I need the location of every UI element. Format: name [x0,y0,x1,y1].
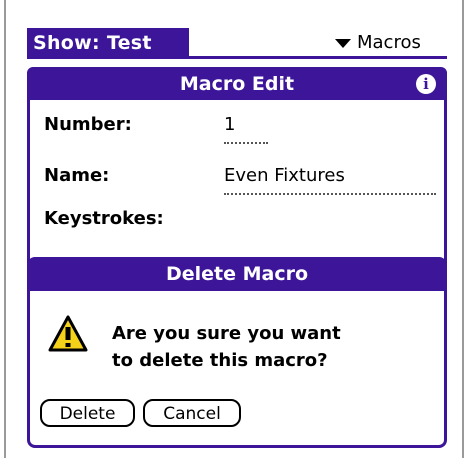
triangle-down-icon [335,38,351,48]
macro-edit-form: Macro Edit i Number: 1 Name: Even Fixtur… [27,67,447,277]
number-label: Number: [44,114,132,135]
cancel-button[interactable]: Cancel [143,399,241,427]
name-label: Name: [44,165,110,186]
form-title: Macro Edit [179,73,295,95]
category-picker[interactable]: Macros [335,28,421,58]
app-title[interactable]: Show: Test [27,28,189,58]
alert-message-line1: Are you sure you want [112,323,341,344]
keystrokes-label: Keystrokes: [44,208,164,229]
frame-border-right [462,0,464,458]
category-picker-label: Macros [357,32,421,53]
name-field-underline [224,193,436,195]
info-icon[interactable]: i [416,74,436,94]
warning-icon [48,315,88,352]
alert-message: Are you sure you want to delete this mac… [112,320,341,374]
delete-button[interactable]: Delete [40,399,135,427]
delete-macro-alert: Delete Macro Are you sure you want to de… [27,257,447,448]
device-frame: Show: Test Macros Macro Edit i Number: 1… [0,0,470,458]
alert-message-line2: to delete this macro? [112,350,328,371]
frame-border-left [4,0,6,458]
form-header: Macro Edit i [30,70,444,100]
number-field[interactable]: 1 [224,114,235,135]
alert-header: Delete Macro [30,260,444,291]
name-field[interactable]: Even Fixtures [224,165,345,186]
number-field-underline [224,142,268,144]
